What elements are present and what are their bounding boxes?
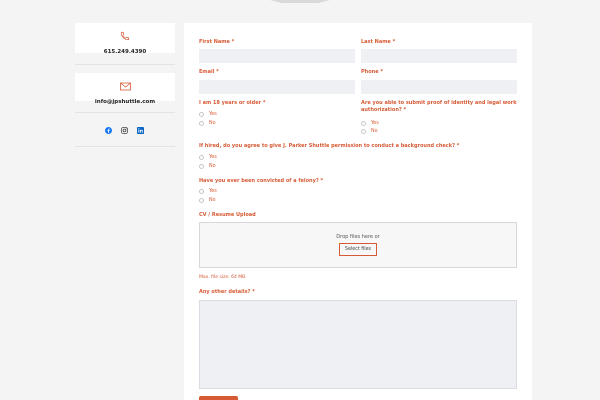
proof-no-radio[interactable]: No	[361, 129, 378, 134]
age-question: I am 18 years or older *	[199, 100, 266, 106]
background-yes-radio[interactable]: Yes	[199, 155, 217, 160]
background-question: If hired, do you agree to give J. Parker…	[199, 143, 460, 149]
email-input[interactable]	[199, 80, 355, 94]
background-no-radio[interactable]: No	[199, 164, 216, 169]
select-files-button[interactable]: Select files	[338, 243, 378, 256]
felony-question: Have you ever been convicted of a felony…	[199, 178, 324, 184]
radio-circle[interactable]	[199, 189, 204, 194]
divider	[75, 112, 175, 113]
header-tab	[270, 0, 330, 3]
cv-upload-label: CV / Resume Upload	[199, 212, 256, 218]
first-name-input[interactable]	[199, 49, 355, 63]
radio-circle[interactable]	[199, 121, 204, 126]
radio-circle[interactable]	[199, 198, 204, 203]
age-no-radio[interactable]: No	[199, 121, 216, 126]
first-name-label: First Name *	[199, 39, 235, 45]
max-file-size-text: Max. file size: 64 MB.	[199, 275, 247, 280]
application-form: First Name * Last Name * Email * Phone *…	[184, 23, 532, 400]
radio-circle[interactable]	[361, 129, 366, 134]
phone-label: Phone *	[361, 69, 383, 75]
felony-yes-radio[interactable]: Yes	[199, 189, 217, 194]
radio-circle[interactable]	[199, 112, 204, 117]
file-dropzone[interactable]: Drop files here or Select files	[199, 222, 517, 268]
radio-circle[interactable]	[199, 164, 204, 169]
proof-question: Are you able to submit proof of identity…	[361, 100, 517, 113]
proof-yes-radio[interactable]: Yes	[361, 121, 379, 126]
phone-input[interactable]	[361, 80, 517, 94]
email-label: Email *	[199, 69, 219, 75]
phone-number[interactable]: 615.249.4390	[104, 49, 146, 55]
linkedin-icon[interactable]	[137, 127, 144, 134]
other-details-textarea[interactable]	[199, 300, 517, 389]
email-card: info@jpshuttle.com	[75, 73, 175, 105]
drop-files-text: Drop files here or	[336, 234, 380, 240]
social-links	[105, 127, 144, 134]
email-address[interactable]: info@jpshuttle.com	[95, 99, 155, 105]
felony-no-radio[interactable]: No	[199, 198, 216, 203]
divider	[75, 146, 175, 147]
phone-card: 615.249.4390	[75, 23, 175, 55]
phone-icon	[120, 26, 130, 45]
submit-button[interactable]	[199, 396, 238, 400]
last-name-input[interactable]	[361, 49, 517, 63]
radio-circle[interactable]	[199, 155, 204, 160]
radio-circle[interactable]	[361, 121, 366, 126]
other-details-label: Any other details? *	[199, 289, 255, 295]
divider	[75, 64, 175, 65]
last-name-label: Last Name *	[361, 39, 396, 45]
instagram-icon[interactable]	[121, 127, 128, 134]
envelope-icon	[119, 76, 131, 95]
age-yes-radio[interactable]: Yes	[199, 112, 217, 117]
facebook-icon[interactable]	[105, 127, 112, 134]
